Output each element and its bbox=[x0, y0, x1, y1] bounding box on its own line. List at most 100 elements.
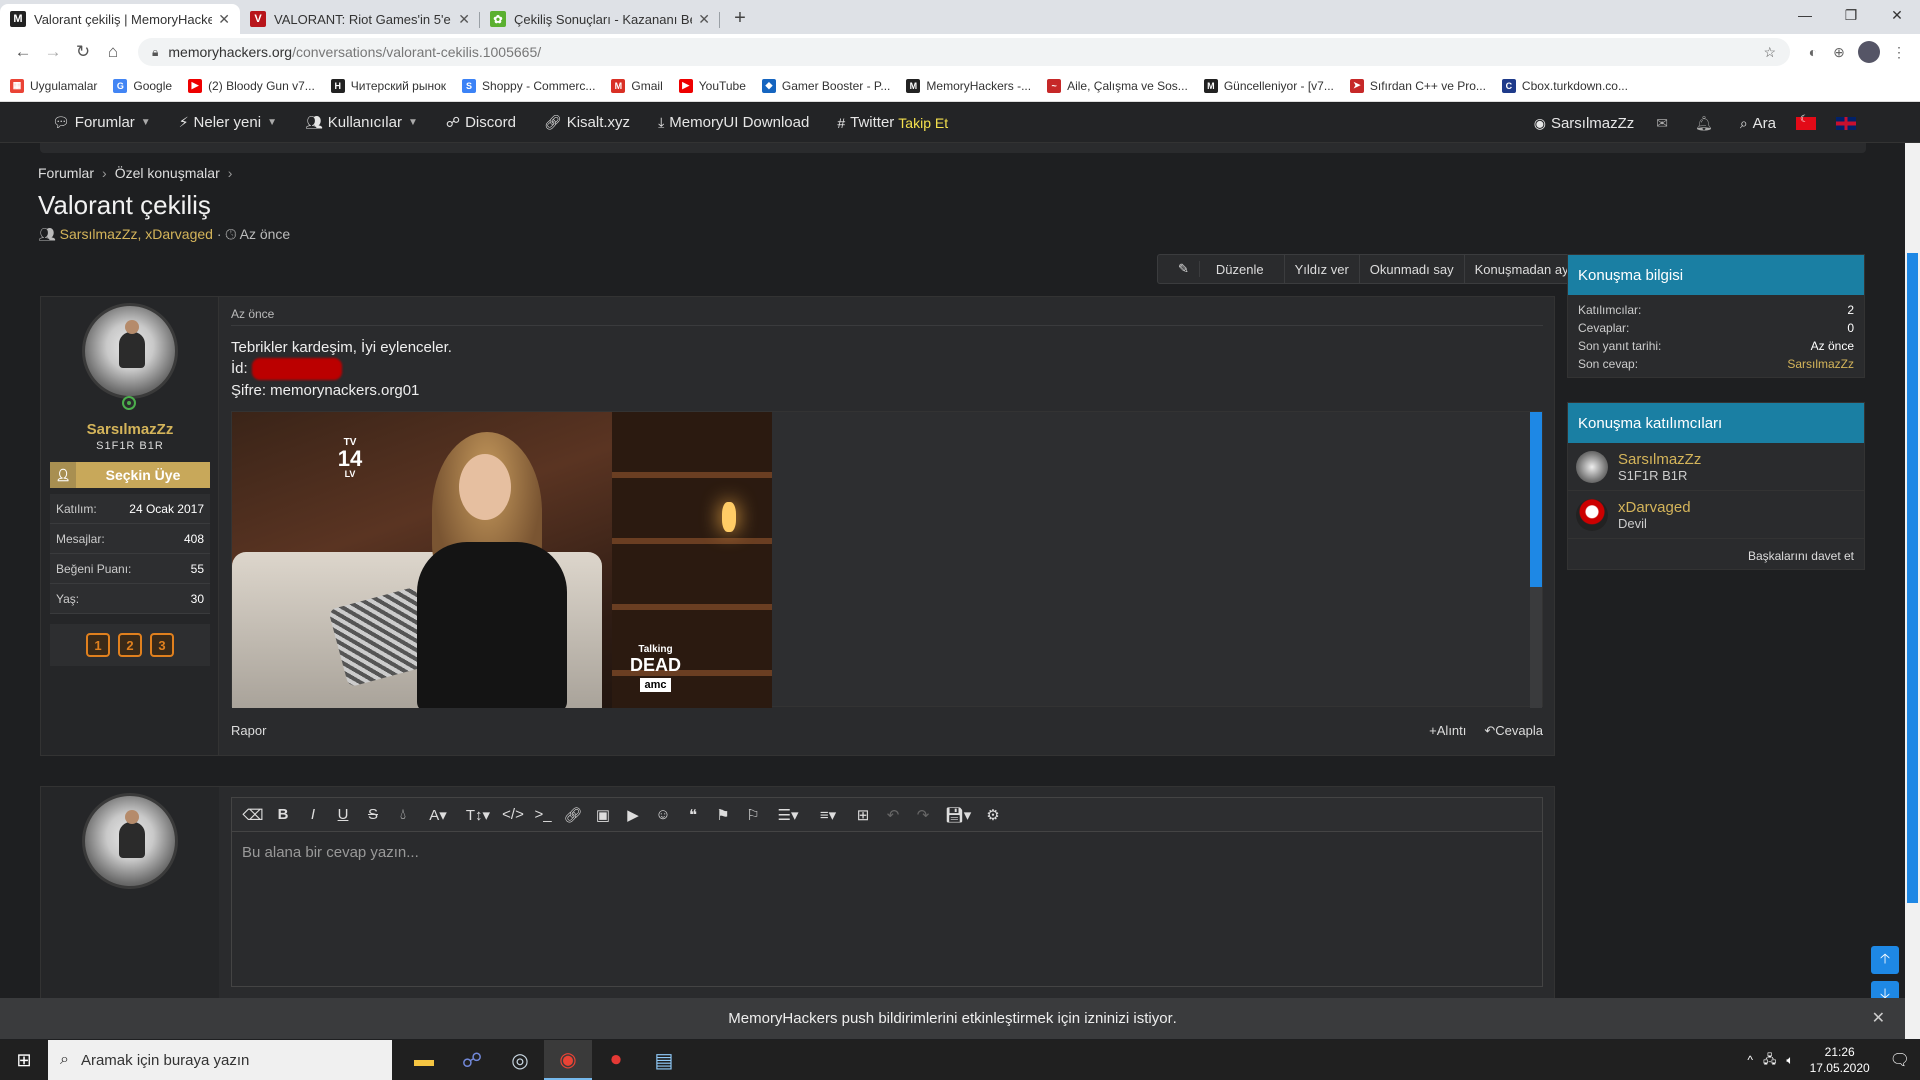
taskbar-search[interactable]: ⌕ Aramak için buraya yazın bbox=[48, 1040, 392, 1080]
tab-1[interactable]: V VALORANT: Riot Games'in 5'e 5 r ✕ bbox=[240, 4, 480, 34]
bookmark-apps[interactable]: ▦ Uygulamalar bbox=[10, 78, 97, 93]
bold-icon[interactable]: B bbox=[268, 802, 298, 828]
list-icon[interactable]: ≡▾ bbox=[808, 802, 848, 828]
vpn-extension-icon[interactable]: ⊕ bbox=[1826, 39, 1852, 65]
nav-alerts[interactable]: 🔔︎ bbox=[1695, 115, 1718, 132]
nav-members[interactable]: 👥︎ Kullanıcılar ▼ bbox=[305, 114, 418, 131]
avatar[interactable] bbox=[1576, 450, 1608, 483]
tab-2[interactable]: ✿ Çekiliş Sonuçları - Kazananı Belirl ✕ bbox=[480, 4, 720, 34]
nav-whats-new[interactable]: ⚡︎ Neler yeni ▼ bbox=[179, 114, 277, 131]
reply-button[interactable]: ↶Cevapla bbox=[1484, 723, 1543, 739]
edit-button[interactable]: ✎ Düzenle bbox=[1158, 255, 1285, 283]
gif-image[interactable]: TV 14 LV Talking DEAD amc bbox=[232, 412, 772, 708]
bookmark-item[interactable]: H Читерский рынок bbox=[330, 78, 446, 93]
scroll-top-button[interactable]: 🡡 bbox=[1871, 946, 1899, 974]
steam-icon[interactable]: ◎ bbox=[496, 1040, 544, 1080]
close-tab-icon[interactable]: ✕ bbox=[698, 11, 710, 28]
media-scrollbar[interactable] bbox=[1530, 412, 1542, 708]
notice-allow-link[interactable]: için izninizi istiyor bbox=[1058, 1010, 1173, 1027]
chevron-down-icon[interactable]: ▼ bbox=[408, 117, 418, 128]
page-scrollbar-thumb[interactable] bbox=[1907, 253, 1918, 903]
menu-kebab-icon[interactable]: ⋮ bbox=[1886, 39, 1912, 65]
nav-memoryui[interactable]: ⤓ MemoryUI Download bbox=[658, 114, 809, 131]
breadcrumb-private-conversations[interactable]: Özel konuşmalar bbox=[115, 165, 220, 181]
recorder-icon[interactable]: ⏺ bbox=[592, 1040, 640, 1080]
maximize-icon[interactable]: ❐ bbox=[1828, 0, 1874, 30]
bookmark-item[interactable]: ▶ YouTube bbox=[678, 78, 746, 93]
message-date[interactable]: Az önce bbox=[231, 307, 274, 321]
eraser-icon[interactable]: ⌫ bbox=[238, 802, 268, 828]
link-icon[interactable]: 🔗︎ bbox=[558, 802, 588, 828]
bookmark-item[interactable]: M MemoryHackers -... bbox=[906, 78, 1031, 93]
quote-icon[interactable]: ❝ bbox=[678, 802, 708, 828]
image-icon[interactable]: ▣ bbox=[588, 802, 618, 828]
quote-button[interactable]: +Alıntı bbox=[1429, 723, 1466, 739]
bookmark-item[interactable]: M Gmail bbox=[611, 78, 663, 93]
invite-others-link[interactable]: Başkalarını davet et bbox=[1568, 539, 1864, 573]
participant-item[interactable]: xDarvaged Devil bbox=[1568, 491, 1864, 539]
trophy-badge-icon[interactable]: 1 bbox=[86, 633, 110, 657]
clock[interactable]: 21:26 17.05.2020 bbox=[1810, 1044, 1870, 1076]
inline-code-icon[interactable]: >_ bbox=[528, 802, 558, 828]
bookmark-item[interactable]: C Cbox.turkdown.co... bbox=[1501, 78, 1628, 93]
turkish-flag-icon[interactable] bbox=[1796, 114, 1816, 130]
font-size-icon[interactable]: T↕▾ bbox=[458, 802, 498, 828]
lock-icon[interactable]: 🔒︎ bbox=[152, 45, 158, 60]
media-scrollbar-thumb[interactable] bbox=[1530, 412, 1542, 587]
emoji-icon[interactable]: ☺ bbox=[648, 802, 678, 828]
uk-flag-icon[interactable] bbox=[1836, 116, 1856, 130]
close-tab-icon[interactable]: ✕ bbox=[458, 11, 470, 28]
bookmark-item[interactable]: G Google bbox=[113, 78, 172, 93]
address-bar[interactable]: 🔒︎ memoryhackers.org/conversations/valor… bbox=[138, 38, 1790, 66]
nav-twitter[interactable]: # Twitter Takip Et bbox=[837, 114, 948, 131]
strikethrough-icon[interactable]: S bbox=[358, 802, 388, 828]
drafts-icon[interactable]: 💾︎▾ bbox=[938, 802, 978, 828]
back-icon[interactable]: ← bbox=[8, 37, 38, 67]
reload-icon[interactable]: ↻ bbox=[68, 37, 98, 67]
bookmark-item[interactable]: ▶ (2) Bloody Gun v7... bbox=[188, 78, 315, 93]
italic-icon[interactable]: I bbox=[298, 802, 328, 828]
bookmark-item[interactable]: S Shoppy - Commerc... bbox=[462, 78, 595, 93]
network-icon[interactable]: 🖧︎ bbox=[1763, 1050, 1776, 1071]
nav-inbox[interactable]: ✉ bbox=[1656, 115, 1673, 132]
chevron-up-icon[interactable]: ^ bbox=[1747, 1053, 1753, 1067]
align-icon[interactable]: ☰▾ bbox=[768, 802, 808, 828]
volume-icon[interactable]: 🔈︎ bbox=[1786, 1053, 1793, 1068]
trophy-badge-icon[interactable]: 3 bbox=[150, 633, 174, 657]
underline-icon[interactable]: U bbox=[328, 802, 358, 828]
nav-forums[interactable]: 💬︎ Forumlar ▼ bbox=[52, 114, 151, 131]
bookmark-item[interactable]: ◆ Gamer Booster - P... bbox=[761, 78, 890, 93]
discord-icon[interactable]: ☍ bbox=[448, 1040, 496, 1080]
notepad-icon[interactable]: ▤ bbox=[640, 1040, 688, 1080]
nav-user-menu[interactable]: ◉ SarsılmazZz bbox=[1534, 115, 1635, 132]
windows-start-icon[interactable]: ⊞ bbox=[0, 1040, 48, 1080]
close-window-icon[interactable]: ✕ bbox=[1874, 0, 1920, 30]
reply-textarea[interactable]: Bu alana bir cevap yazın... bbox=[232, 832, 1542, 873]
tab-0[interactable]: M Valorant çekiliş | MemoryHackers ✕ bbox=[0, 4, 240, 34]
nav-kisalt[interactable]: 🔗︎ Kisalt.xyz bbox=[544, 114, 630, 131]
participant-item[interactable]: SarsılmazZz S1F1R B1R bbox=[1568, 443, 1864, 491]
profile-avatar[interactable] bbox=[1858, 41, 1880, 63]
report-link[interactable]: Rapor bbox=[231, 723, 266, 738]
chrome-icon[interactable]: ◉ bbox=[544, 1040, 592, 1080]
close-icon[interactable]: ✕ bbox=[1872, 1008, 1885, 1028]
redo-icon[interactable]: ↷ bbox=[908, 802, 938, 828]
file-explorer-icon[interactable]: ▬ bbox=[400, 1040, 448, 1080]
avatar[interactable] bbox=[82, 793, 178, 889]
bookmark-star-icon[interactable]: ☆ bbox=[1763, 44, 1776, 61]
avatar[interactable] bbox=[82, 303, 178, 399]
participant-name[interactable]: xDarvaged bbox=[1618, 499, 1691, 516]
message-author[interactable]: SarsılmazZz bbox=[41, 421, 219, 438]
settings-gear-icon[interactable]: ⚙ bbox=[978, 802, 1008, 828]
forward-icon[interactable]: → bbox=[38, 37, 68, 67]
avatar[interactable] bbox=[1576, 498, 1608, 531]
notifications-icon[interactable]: 🗨︎ bbox=[1890, 1050, 1910, 1070]
mark-unread-button[interactable]: Okunmadı say bbox=[1360, 255, 1465, 283]
page-scrollbar[interactable] bbox=[1905, 143, 1920, 1039]
extension-icon[interactable]: ◐ bbox=[1800, 39, 1826, 65]
star-button[interactable]: Yıldız ver bbox=[1285, 255, 1360, 283]
participant-name[interactable]: SarsılmazZz bbox=[1618, 451, 1701, 468]
nav-search[interactable]: ⌕ Ara bbox=[1740, 115, 1776, 132]
breadcrumb-forums[interactable]: Forumlar bbox=[38, 165, 94, 181]
bookmark-item[interactable]: ~ Aile, Çalışma ve Sos... bbox=[1047, 78, 1188, 93]
